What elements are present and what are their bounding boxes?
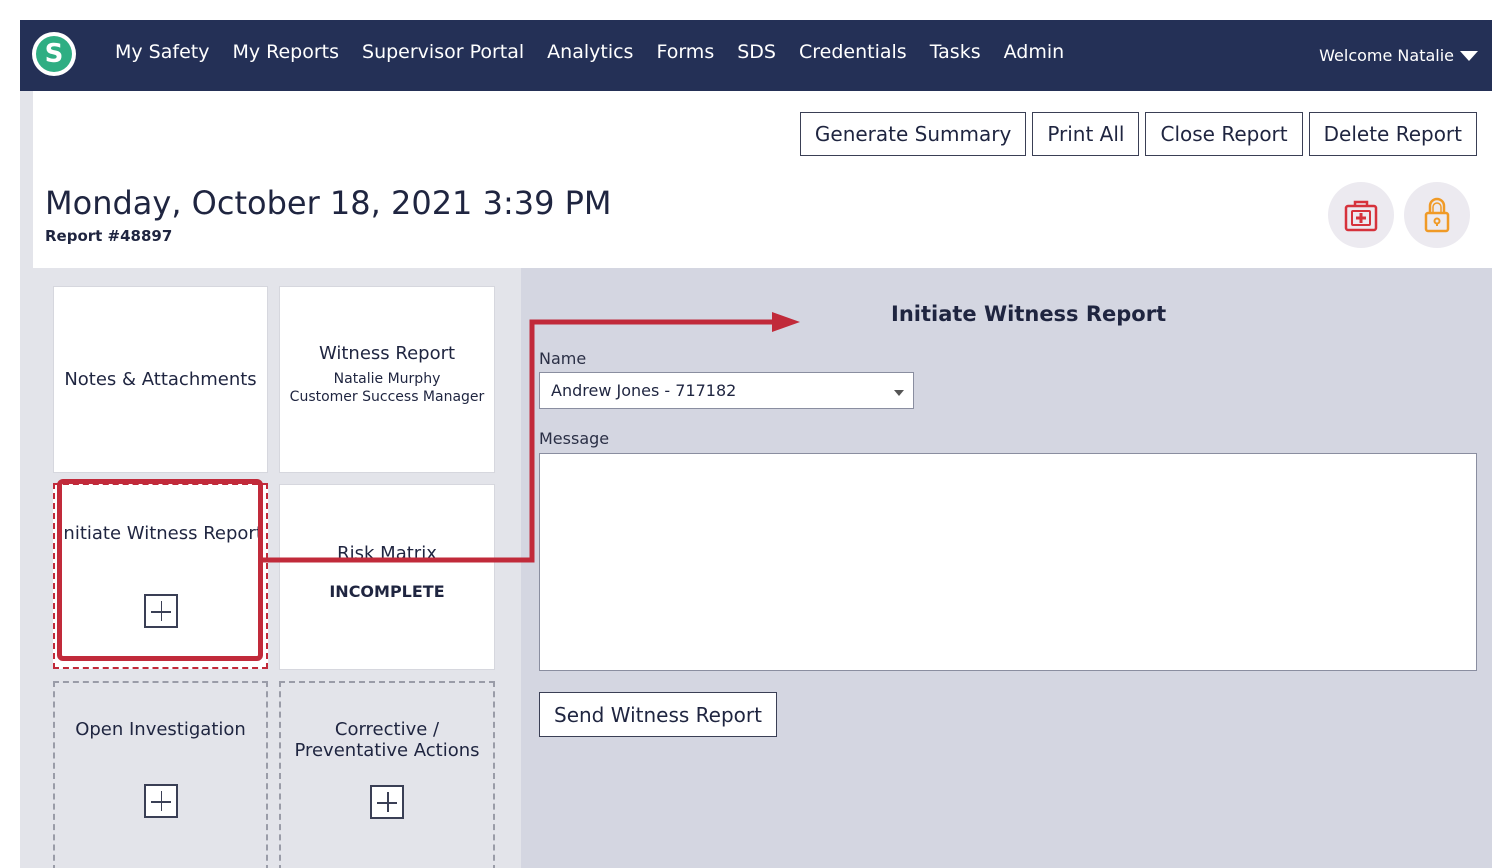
message-label: Message — [539, 429, 610, 448]
report-actions: Generate Summary Print All Close Report … — [794, 112, 1477, 156]
left-gutter — [20, 91, 33, 868]
nav-item-tasks[interactable]: Tasks — [930, 41, 981, 63]
caret-down-icon — [1460, 50, 1478, 61]
top-nav: S My Safety My Reports Supervisor Portal… — [20, 20, 1492, 91]
page-title: Monday, October 18, 2021 3:39 PM — [45, 184, 612, 222]
nav-item-credentials[interactable]: Credentials — [799, 41, 907, 63]
logo-letter: S — [36, 36, 72, 72]
message-textarea[interactable] — [539, 453, 1477, 671]
notes-attachments-tile[interactable]: Notes & Attachments — [53, 286, 268, 473]
print-all-button[interactable]: Print All — [1032, 112, 1140, 156]
plus-icon — [370, 785, 404, 819]
tile-label: Witness Report — [318, 343, 456, 364]
witness-role: Customer Success Manager — [289, 389, 485, 405]
first-aid-button[interactable] — [1328, 182, 1394, 248]
send-witness-report-button[interactable]: Send Witness Report — [539, 692, 777, 737]
user-menu[interactable]: Welcome Natalie — [1319, 46, 1478, 65]
nav-item-my-safety[interactable]: My Safety — [115, 41, 209, 63]
lock-button[interactable] — [1404, 182, 1470, 248]
app-logo[interactable]: S — [32, 32, 76, 76]
tile-label: Risk Matrix — [337, 543, 437, 564]
close-report-button[interactable]: Close Report — [1145, 112, 1303, 156]
name-select[interactable]: Andrew Jones - 717182 — [539, 372, 914, 409]
nav-item-forms[interactable]: Forms — [656, 41, 714, 63]
nav-item-sds[interactable]: SDS — [737, 41, 776, 63]
panel-title: Initiate Witness Report — [891, 302, 1167, 326]
name-select-value: Andrew Jones - 717182 — [551, 381, 737, 400]
nav-menu: My Safety My Reports Supervisor Portal A… — [115, 20, 1087, 84]
chevron-down-icon — [894, 390, 904, 396]
witness-report-tile[interactable]: Witness Report Natalie Murphy Customer S… — [279, 286, 495, 473]
first-aid-kit-icon — [1344, 200, 1378, 232]
tile-label: Notes & Attachments — [64, 369, 257, 390]
tile-label-line2: Preventative Actions — [294, 740, 480, 761]
delete-report-button[interactable]: Delete Report — [1308, 112, 1477, 156]
lock-icon — [1424, 197, 1450, 233]
nav-item-supervisor-portal[interactable]: Supervisor Portal — [362, 41, 524, 63]
corrective-actions-tile[interactable]: Corrective / Preventative Actions — [279, 681, 495, 868]
generate-summary-button[interactable]: Generate Summary — [799, 112, 1027, 156]
name-label: Name — [539, 349, 587, 368]
nav-item-my-reports[interactable]: My Reports — [232, 41, 339, 63]
open-investigation-tile[interactable]: Open Investigation — [53, 681, 268, 868]
witness-name: Natalie Murphy — [333, 371, 441, 387]
risk-matrix-status: INCOMPLETE — [329, 582, 445, 601]
report-number: Report #48897 — [45, 227, 173, 245]
nav-item-admin[interactable]: Admin — [1004, 41, 1065, 63]
initiate-witness-panel: Initiate Witness Report Name Andrew Jone… — [521, 268, 1492, 868]
tile-label-line1: Corrective / — [334, 719, 440, 740]
tile-label: Open Investigation — [75, 719, 246, 740]
nav-item-analytics[interactable]: Analytics — [547, 41, 633, 63]
risk-matrix-tile[interactable]: Risk Matrix INCOMPLETE — [279, 484, 495, 670]
welcome-text: Welcome Natalie — [1319, 46, 1454, 65]
plus-icon — [143, 784, 178, 818]
highlight-box — [57, 479, 263, 661]
